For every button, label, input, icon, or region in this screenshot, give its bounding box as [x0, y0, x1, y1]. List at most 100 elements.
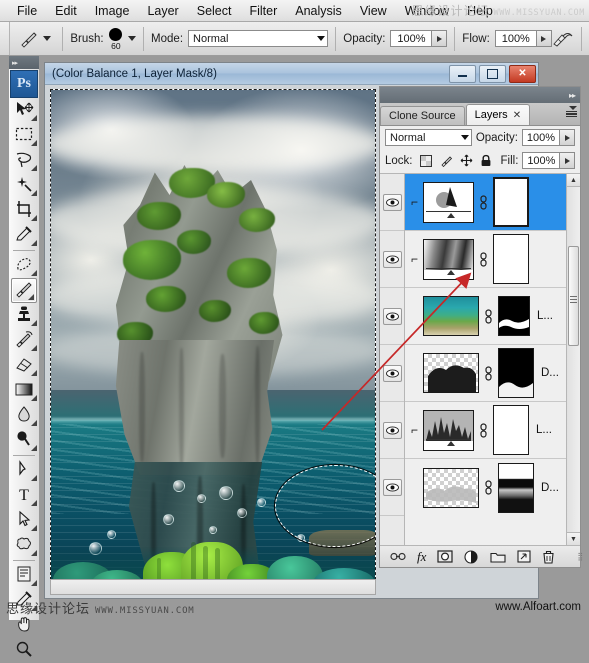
brush-preset-picker[interactable]: 60 [106, 27, 127, 50]
type-tool[interactable]: T [9, 483, 39, 508]
move-tool[interactable] [9, 98, 39, 123]
tab-layers[interactable]: Layers ✕ [465, 104, 531, 125]
tool-preset-picker[interactable] [10, 29, 55, 49]
rectangular-marquee-tool[interactable] [9, 123, 39, 148]
opacity-slider-button[interactable] [432, 30, 448, 47]
eye-icon[interactable] [382, 250, 402, 268]
scroll-down-button[interactable]: ▼ [567, 532, 580, 545]
flow-slider-button[interactable] [536, 30, 552, 47]
dodge-tool[interactable] [9, 428, 39, 453]
history-brush-tool[interactable] [9, 328, 39, 353]
fill-control[interactable]: 100% [522, 152, 576, 169]
toolbox-collapse-handle[interactable]: ▸▸ [9, 56, 39, 69]
eye-icon[interactable] [382, 421, 402, 439]
menu-file[interactable]: File [8, 2, 46, 20]
notes-tool[interactable] [9, 563, 39, 588]
lasso-tool[interactable] [9, 148, 39, 173]
menu-window[interactable]: Window [396, 2, 458, 20]
layers-scrollbar[interactable]: ▲ ▼ [566, 174, 580, 545]
shape-tool[interactable] [9, 533, 39, 558]
tab-clone-source[interactable]: Clone Source [380, 106, 465, 125]
table-row[interactable]: ⌐ [405, 231, 580, 288]
layer-mask-thumbnail[interactable] [493, 234, 529, 284]
scrollbar-thumb[interactable] [568, 246, 579, 346]
eye-icon[interactable] [382, 307, 402, 325]
zoom-tool[interactable] [9, 638, 39, 663]
elliptical-selection-marquee[interactable] [275, 465, 375, 547]
document-title-bar[interactable]: (Color Balance 1, Layer Mask/8) ✕ [45, 63, 538, 85]
eraser-tool[interactable] [9, 353, 39, 378]
brush-chevron-down-icon[interactable] [128, 36, 137, 41]
table-row[interactable]: ⌐ [405, 402, 580, 459]
link-mask-icon[interactable] [483, 479, 494, 496]
image-canvas[interactable] [50, 89, 376, 595]
clone-stamp-tool[interactable] [9, 303, 39, 328]
layer-thumbnail[interactable] [423, 181, 474, 223]
lock-image-pixels-icon[interactable] [440, 154, 453, 167]
restore-button[interactable] [479, 64, 506, 83]
new-adjustment-layer-button[interactable] [464, 549, 479, 565]
menu-layer[interactable]: Layer [138, 2, 187, 20]
layer-thumbnail[interactable] [423, 238, 474, 280]
gradient-tool[interactable] [9, 378, 39, 403]
pen-tool[interactable] [9, 458, 39, 483]
flow-input[interactable]: 100% [494, 30, 537, 47]
menu-image[interactable]: Image [86, 2, 139, 20]
layer-thumbnail[interactable] [423, 353, 479, 393]
lock-all-icon[interactable] [480, 154, 493, 167]
layer-mask-thumbnail[interactable] [498, 296, 530, 336]
panel-resize-grip[interactable]: ⣿ [577, 552, 583, 561]
magic-wand-tool[interactable] [9, 173, 39, 198]
crop-tool[interactable] [9, 198, 39, 223]
close-button[interactable]: ✕ [509, 64, 536, 83]
opacity-control[interactable]: 100% [390, 30, 448, 47]
blend-mode-select[interactable]: Normal [188, 30, 329, 47]
eye-icon[interactable] [382, 478, 402, 496]
opacity-input[interactable]: 100% [390, 30, 433, 47]
options-bar-grip[interactable] [0, 22, 11, 55]
eyedropper-tool-top[interactable] [9, 223, 39, 248]
link-mask-icon[interactable] [483, 365, 494, 382]
fill-slider-button[interactable] [560, 152, 576, 169]
link-mask-icon[interactable] [478, 251, 489, 268]
minimize-button[interactable] [449, 64, 476, 83]
menu-help[interactable]: Help [458, 2, 502, 20]
tool-preset-chevron-down-icon[interactable] [43, 36, 52, 41]
fill-input[interactable]: 100% [522, 152, 561, 169]
menu-view[interactable]: View [351, 2, 396, 20]
panel-collapse-bar[interactable]: ▸▸ [380, 87, 580, 103]
blur-tool[interactable] [9, 403, 39, 428]
table-row[interactable]: ⌐ L... [405, 288, 580, 345]
layer-thumbnail[interactable] [423, 296, 479, 336]
scroll-up-button[interactable]: ▲ [567, 174, 580, 187]
eye-icon[interactable] [382, 193, 402, 211]
healing-brush-tool[interactable] [9, 253, 39, 278]
airbrush-icon[interactable] [552, 28, 574, 50]
link-mask-icon[interactable] [478, 194, 489, 211]
brush-tool[interactable] [11, 278, 37, 303]
menu-filter[interactable]: Filter [240, 2, 286, 20]
layer-opacity-slider-button[interactable] [560, 129, 575, 146]
menu-edit[interactable]: Edit [46, 2, 86, 20]
panel-menu-button[interactable] [566, 106, 577, 118]
delete-layer-button[interactable] [542, 549, 555, 565]
new-group-button[interactable] [490, 549, 506, 565]
layer-mask-thumbnail[interactable] [498, 462, 534, 513]
menu-select[interactable]: Select [188, 2, 241, 20]
layer-opacity-input[interactable]: 100% [522, 129, 560, 146]
layer-blend-mode-select[interactable]: Normal [385, 129, 472, 146]
link-mask-icon[interactable] [478, 422, 489, 439]
layer-mask-thumbnail[interactable] [493, 177, 529, 227]
layer-thumbnail[interactable] [423, 467, 479, 508]
add-layer-mask-button[interactable] [437, 549, 453, 565]
tab-close-icon[interactable]: ✕ [513, 110, 521, 121]
layer-mask-thumbnail[interactable] [493, 405, 529, 455]
color-sampler-tool[interactable] [9, 588, 39, 613]
layer-mask-thumbnail[interactable] [498, 348, 534, 398]
layer-opacity-control[interactable]: 100% [522, 129, 575, 146]
lock-position-icon[interactable] [460, 154, 473, 167]
table-row[interactable]: ⌐ D... [405, 459, 580, 516]
path-selection-tool[interactable] [9, 508, 39, 533]
hand-tool[interactable] [9, 613, 39, 638]
table-row[interactable]: ⌐ [405, 345, 580, 402]
